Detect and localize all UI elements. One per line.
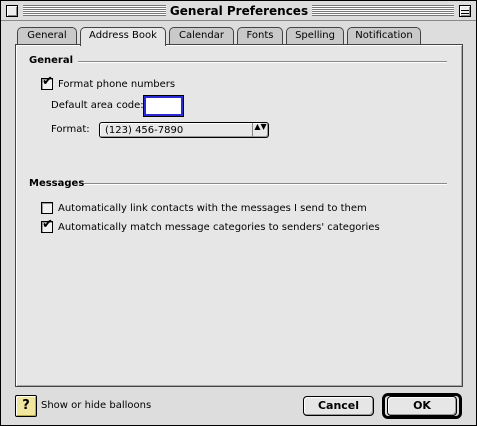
format-label: Format: [51, 124, 90, 135]
format-phone-numbers-option[interactable]: ✔ Format phone numbers [41, 74, 176, 91]
auto-match-categories-checkbox[interactable]: ✔ [41, 217, 53, 233]
format-phone-numbers-checkbox[interactable]: ✔ [41, 74, 53, 90]
tab-fonts[interactable]: Fonts [237, 27, 283, 45]
auto-link-contacts-label: Automatically link contacts with the mes… [58, 202, 367, 214]
auto-link-contacts-checkbox[interactable] [41, 202, 53, 214]
messages-group-heading: Messages [29, 178, 85, 189]
window-title: General Preferences [169, 4, 309, 18]
messages-group-divider [84, 183, 447, 185]
format-phone-numbers-label: Format phone numbers [58, 78, 176, 90]
title-bar[interactable]: General Preferences [1, 1, 476, 21]
collapse-box[interactable] [459, 5, 471, 17]
tab-address-book[interactable]: Address Book [80, 27, 166, 46]
close-box[interactable] [6, 5, 18, 17]
address-book-panel: General ✔ Format phone numbers Default a… [15, 44, 463, 387]
tab-general[interactable]: General [17, 27, 77, 45]
show-hide-balloons-label: Show or hide balloons [41, 400, 152, 411]
checkmark-icon: ✔ [42, 74, 53, 89]
up-down-arrows-icon: ▲▼ [252, 123, 268, 137]
auto-match-categories-option[interactable]: ✔ Automatically match message categories… [41, 217, 380, 234]
phone-format-popup[interactable]: (123) 456-7890 ▲▼ [99, 122, 269, 138]
default-area-code-label: Default area code: [51, 100, 144, 111]
ok-button[interactable]: OK [387, 396, 457, 416]
phone-format-value: (123) 456-7890 [105, 125, 184, 136]
auto-link-contacts-option[interactable]: Automatically link contacts with the mes… [41, 201, 367, 215]
general-group-divider [78, 61, 447, 63]
tab-spelling[interactable]: Spelling [286, 27, 344, 45]
help-balloon-icon[interactable]: ? [15, 395, 37, 417]
auto-match-categories-label: Automatically match message categories t… [58, 221, 380, 233]
general-group-heading: General [29, 55, 73, 66]
preferences-window: General Preferences General Address Book… [0, 0, 477, 426]
title-bar-stripes-left [23, 5, 166, 16]
tab-notification[interactable]: Notification [347, 27, 421, 45]
title-bar-stripes-right [312, 5, 454, 16]
checkmark-icon: ✔ [42, 217, 53, 232]
tab-calendar[interactable]: Calendar [169, 27, 234, 45]
cancel-button[interactable]: Cancel [303, 396, 374, 416]
default-area-code-field[interactable] [143, 95, 184, 117]
